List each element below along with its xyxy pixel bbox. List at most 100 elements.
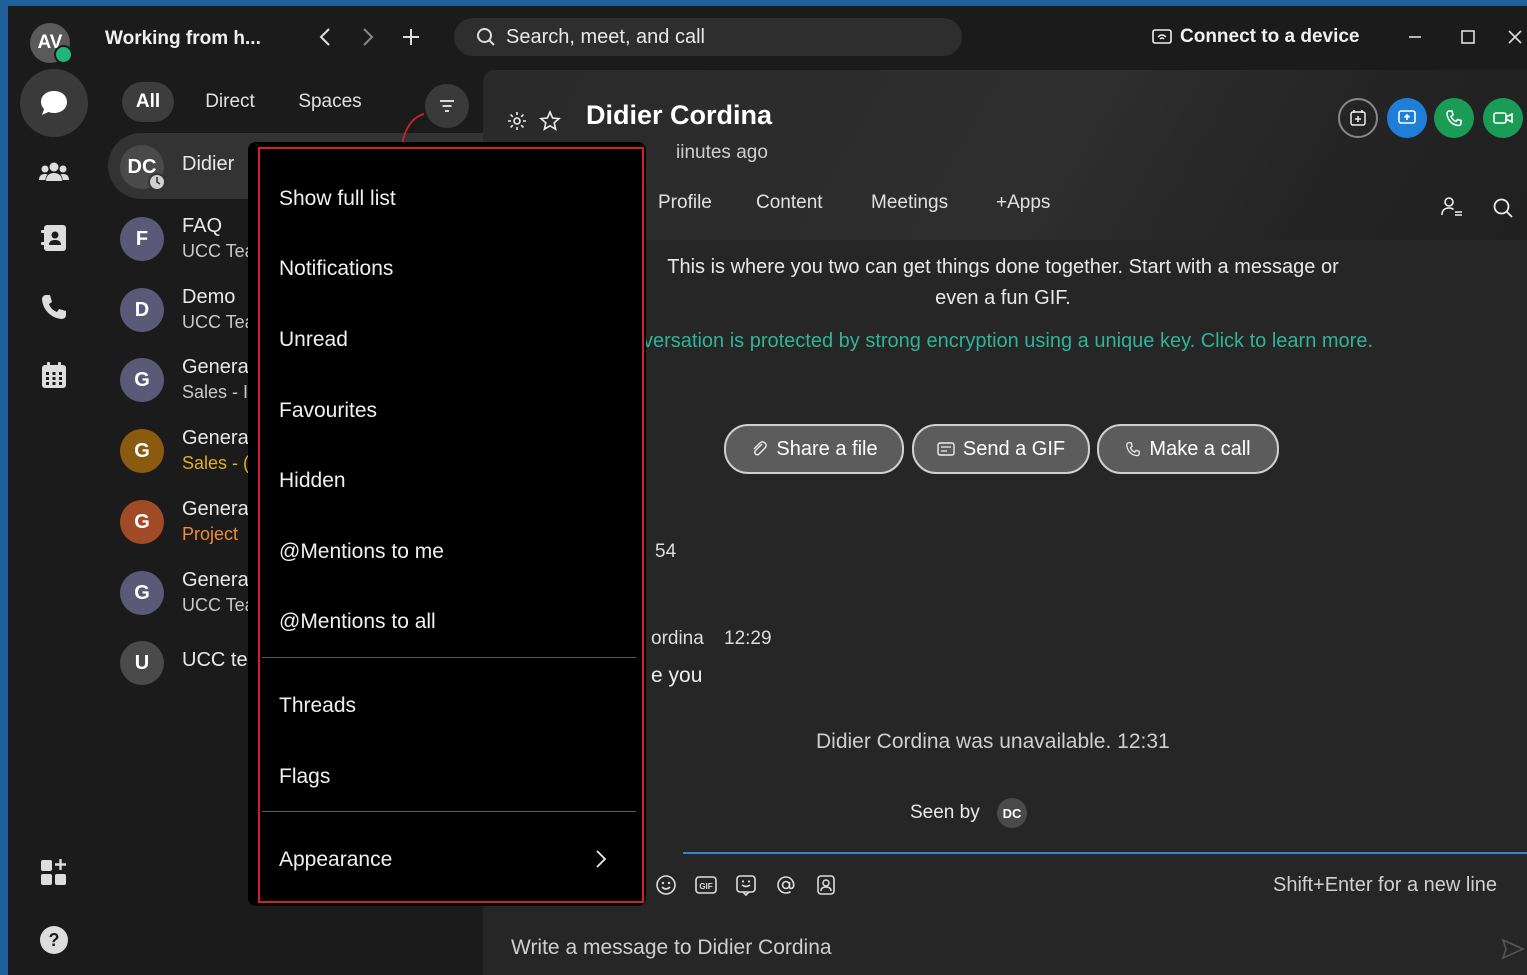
conversation-title: Didier Cordina xyxy=(586,100,773,130)
seen-avatar-initials: DC xyxy=(1002,805,1022,821)
rail-calling[interactable] xyxy=(20,273,88,341)
star-icon[interactable] xyxy=(539,110,561,132)
chat-bubble-icon xyxy=(41,91,67,115)
list-item-initials: G xyxy=(134,439,150,462)
list-item-title: Genera xyxy=(182,356,249,378)
list-item-avatar: U xyxy=(120,641,164,685)
paperclip-icon xyxy=(753,441,768,456)
calendar-add-icon xyxy=(1350,110,1366,126)
people-list-icon[interactable] xyxy=(1440,196,1464,218)
apps-add-icon xyxy=(41,859,66,885)
tab-meetings[interactable]: Meetings xyxy=(871,192,948,214)
message-text: e you xyxy=(651,664,703,687)
search-bar[interactable]: Search, meet, and call xyxy=(454,18,962,56)
away-clock-icon xyxy=(148,173,166,191)
menu-item-mentions-to-all[interactable]: @Mentions to all xyxy=(279,610,436,634)
contact-card-icon[interactable] xyxy=(813,872,839,898)
minimize-icon xyxy=(1409,36,1421,38)
user-avatar[interactable]: AV xyxy=(30,23,73,64)
rail-messaging[interactable] xyxy=(20,69,88,137)
list-item-subtitle: UCC Tea xyxy=(182,595,255,615)
menu-item-favourites[interactable]: Favourites xyxy=(279,399,377,423)
close-button[interactable] xyxy=(1498,20,1527,54)
menu-separator xyxy=(262,811,636,812)
chevron-right-icon xyxy=(363,28,374,46)
menu-item-hidden[interactable]: Hidden xyxy=(279,469,346,493)
back-button[interactable] xyxy=(310,22,340,52)
list-item-avatar: D xyxy=(120,288,164,332)
message-time-fragment: 54 xyxy=(655,541,677,562)
menu-item-flags[interactable]: Flags xyxy=(279,765,330,789)
status-text[interactable]: Working from h... xyxy=(105,28,261,50)
list-item-initials: G xyxy=(134,368,150,391)
list-item-subtitle: UCC Tea xyxy=(182,241,255,261)
connect-device-button[interactable]: Connect to a device xyxy=(1152,26,1360,48)
schedule-meeting-button[interactable] xyxy=(1338,98,1378,138)
composer-divider xyxy=(683,852,1527,854)
connect-label: Connect to a device xyxy=(1180,26,1360,47)
svg-text:?: ? xyxy=(49,930,60,950)
make-call-label: Make a call xyxy=(1149,437,1251,460)
send-gif-label: Send a GIF xyxy=(962,437,1066,460)
list-item-initials: D xyxy=(134,298,150,321)
new-button[interactable] xyxy=(396,22,426,52)
list-item-subtitle: Sales - ( xyxy=(182,453,250,473)
filter-direct[interactable]: Direct xyxy=(194,82,266,122)
menu-item-threads[interactable]: Threads xyxy=(279,694,356,718)
message-input[interactable]: Write a message to Didier Cordina xyxy=(511,936,832,960)
phone-icon xyxy=(42,295,66,319)
composer-hint: Shift+Enter for a new line xyxy=(1273,874,1498,896)
menu-separator xyxy=(262,657,636,658)
menu-item-mentions-to-me[interactable]: @Mentions to me xyxy=(279,540,444,564)
menu-item-unread[interactable]: Unread xyxy=(279,328,348,352)
maximize-button[interactable] xyxy=(1451,20,1485,54)
video-call-button[interactable] xyxy=(1483,98,1523,138)
mention-icon[interactable] xyxy=(773,872,799,898)
list-item-avatar: G xyxy=(120,500,164,544)
menu-item-appearance[interactable]: Appearance xyxy=(279,848,392,872)
plus-icon xyxy=(403,29,419,45)
tab-content[interactable]: Content xyxy=(756,192,823,214)
menu-item-notifications[interactable]: Notifications xyxy=(279,257,393,281)
send-icon[interactable] xyxy=(1501,938,1525,960)
rail-calendar[interactable] xyxy=(20,341,88,409)
chevron-right-icon xyxy=(596,850,607,868)
message-time: 12:29 xyxy=(724,628,772,649)
rail-add-apps[interactable] xyxy=(20,838,88,906)
device-icon xyxy=(1152,29,1172,44)
rail-help[interactable]: ? xyxy=(20,906,88,974)
chevron-left-icon xyxy=(319,28,330,46)
people-group-icon xyxy=(39,162,69,181)
filter-spaces[interactable]: Spaces xyxy=(291,82,369,122)
send-gif-button[interactable]: Send a GIF xyxy=(912,424,1090,474)
share-screen-button[interactable] xyxy=(1387,98,1427,138)
encryption-notice[interactable]: versation is protected by strong encrypt… xyxy=(643,330,1373,353)
list-item-title: Genera xyxy=(182,427,249,449)
make-call-button[interactable]: Make a call xyxy=(1097,424,1279,474)
search-icon[interactable] xyxy=(1492,197,1514,219)
calendar-icon xyxy=(42,362,66,388)
forward-button[interactable] xyxy=(353,22,383,52)
rail-contacts[interactable] xyxy=(20,204,88,272)
help-icon: ? xyxy=(40,926,68,954)
maximize-icon xyxy=(1461,30,1475,44)
settings-gear-icon[interactable] xyxy=(507,111,527,131)
menu-item-show-full-list[interactable]: Show full list xyxy=(279,187,396,211)
filter-all[interactable]: All xyxy=(122,82,174,122)
list-item-initials: U xyxy=(134,651,150,674)
share-file-label: Share a file xyxy=(776,437,878,460)
app-window: AV Working from h... Search, meet, and c… xyxy=(8,6,1527,975)
emoji-icon[interactable] xyxy=(653,872,679,898)
share-file-button[interactable]: Share a file xyxy=(724,424,904,474)
audio-call-button[interactable] xyxy=(1434,98,1474,138)
rail-teams[interactable] xyxy=(20,138,88,206)
list-item-title: UCC te xyxy=(182,649,248,671)
gif-icon[interactable]: GIF xyxy=(693,872,719,898)
tab-apps[interactable]: +Apps xyxy=(996,192,1050,214)
list-item-avatar: G xyxy=(120,571,164,615)
sticker-icon[interactable] xyxy=(733,872,759,898)
seen-by-label: Seen by xyxy=(910,802,980,823)
tab-profile[interactable]: Profile xyxy=(658,192,712,214)
minimize-button[interactable] xyxy=(1398,20,1432,54)
list-item-subtitle: UCC Tea xyxy=(182,312,255,332)
